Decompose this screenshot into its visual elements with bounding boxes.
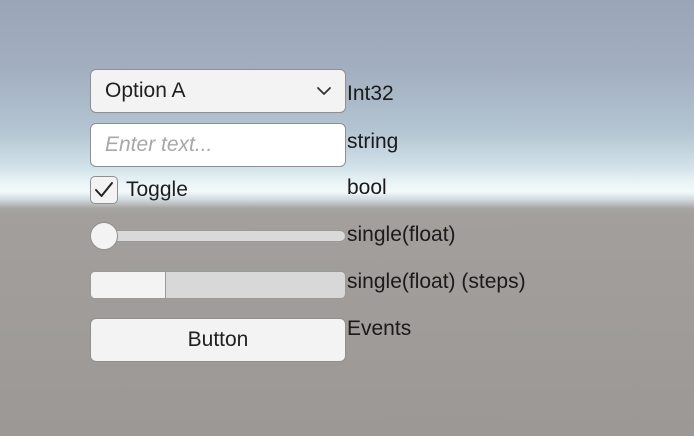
chevron-down-icon (315, 82, 333, 100)
text-input[interactable] (105, 133, 331, 157)
checkmark-icon (95, 182, 113, 197)
events-button[interactable]: Button (90, 318, 346, 362)
slider-type-label: single(float) (347, 223, 456, 246)
stepped-slider[interactable] (90, 271, 346, 299)
option-dropdown[interactable]: Option A (90, 69, 346, 113)
dropdown-selected-value: Option A (105, 79, 186, 102)
toggle-type-label: bool (347, 176, 387, 199)
slider-track[interactable] (90, 230, 346, 242)
toggle-label: Toggle (126, 178, 188, 201)
textfield-type-label: string (347, 130, 399, 153)
toggle[interactable]: Toggle (90, 176, 346, 204)
toggle-checkbox[interactable] (90, 176, 118, 204)
slider-handle[interactable] (90, 222, 118, 250)
stepped-slider-type-label: single(float) (steps) (347, 270, 526, 293)
dropdown-type-label: Int32 (347, 82, 394, 105)
text-input-container[interactable] (90, 123, 346, 167)
stepped-slider-handle[interactable] (91, 272, 166, 298)
button-type-label: Events (347, 317, 412, 340)
float-slider[interactable] (90, 222, 346, 250)
